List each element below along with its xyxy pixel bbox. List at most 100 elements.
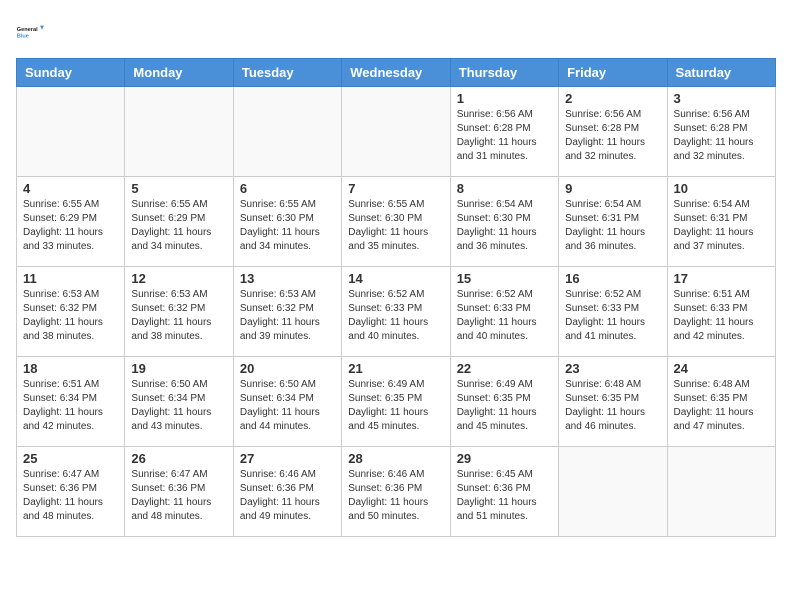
day-info: Sunrise: 6:49 AMSunset: 6:35 PMDaylight:… [457,378,552,434]
day-number: 19 [131,361,226,376]
day-of-week-header: Tuesday [233,59,341,87]
day-info: Sunrise: 6:56 AMSunset: 6:28 PMDaylight:… [457,108,552,164]
day-info: Sunrise: 6:48 AMSunset: 6:35 PMDaylight:… [674,378,769,434]
day-info: Sunrise: 6:56 AMSunset: 6:28 PMDaylight:… [565,108,660,164]
day-info: Sunrise: 6:52 AMSunset: 6:33 PMDaylight:… [348,288,443,344]
calendar-table: SundayMondayTuesdayWednesdayThursdayFrid… [16,58,776,537]
day-number: 16 [565,271,660,286]
day-number: 18 [23,361,118,376]
calendar-day-cell: 25Sunrise: 6:47 AMSunset: 6:36 PMDayligh… [17,447,125,537]
day-info: Sunrise: 6:54 AMSunset: 6:31 PMDaylight:… [565,198,660,254]
calendar-day-cell: 5Sunrise: 6:55 AMSunset: 6:29 PMDaylight… [125,177,233,267]
day-number: 3 [674,91,769,106]
calendar-day-cell [559,447,667,537]
calendar-day-cell [233,87,341,177]
day-of-week-header: Wednesday [342,59,450,87]
day-of-week-header: Saturday [667,59,775,87]
day-info: Sunrise: 6:50 AMSunset: 6:34 PMDaylight:… [240,378,335,434]
calendar-day-cell: 23 Sunrise: 6:48 AMSunset: 6:35 PMDayligh… [559,357,667,447]
day-number: 1 [457,91,552,106]
calendar-day-cell: 14 Sunrise: 6:52 AMSunset: 6:33 PMDayligh… [342,267,450,357]
calendar-day-cell: 20 Sunrise: 6:50 AMSunset: 6:34 PMDayligh… [233,357,341,447]
day-info: Sunrise: 6:47 AMSunset: 6:36 PMDaylight:… [23,468,118,524]
day-of-week-header: Monday [125,59,233,87]
calendar-day-cell: 11 Sunrise: 6:53 AMSunset: 6:32 PMDayligh… [17,267,125,357]
calendar-day-cell: 12 Sunrise: 6:53 AMSunset: 6:32 PMDayligh… [125,267,233,357]
calendar-day-cell [125,87,233,177]
day-info: Sunrise: 6:56 AMSunset: 6:28 PMDaylight:… [674,108,769,164]
calendar-day-cell: 29 Sunrise: 6:45 AMSunset: 6:36 PMDayligh… [450,447,558,537]
day-info: Sunrise: 6:54 AMSunset: 6:31 PMDaylight:… [674,198,769,254]
day-info: Sunrise: 6:46 AMSunset: 6:36 PMDaylight:… [240,468,335,524]
day-info: Sunrise: 6:52 AMSunset: 6:33 PMDaylight:… [457,288,552,344]
logo: GeneralBlue [16,16,48,48]
day-number: 10 [674,181,769,196]
calendar-day-cell: 4Sunrise: 6:55 AMSunset: 6:29 PMDaylight… [17,177,125,267]
day-number: 12 [131,271,226,286]
day-info: Sunrise: 6:53 AMSunset: 6:32 PMDaylight:… [131,288,226,344]
day-number: 9 [565,181,660,196]
calendar-day-cell: 10 Sunrise: 6:54 AMSunset: 6:31 PMDayligh… [667,177,775,267]
calendar-day-cell: 2 Sunrise: 6:56 AMSunset: 6:28 PMDaylight… [559,87,667,177]
day-info: Sunrise: 6:51 AMSunset: 6:33 PMDaylight:… [674,288,769,344]
calendar-day-cell: 26 Sunrise: 6:47 AMSunset: 6:36 PMDayligh… [125,447,233,537]
calendar-day-cell: 13 Sunrise: 6:53 AMSunset: 6:32 PMDayligh… [233,267,341,357]
day-number: 29 [457,451,552,466]
calendar-day-cell: 21Sunrise: 6:49 AMSunset: 6:35 PMDayligh… [342,357,450,447]
calendar-day-cell: 3 Sunrise: 6:56 AMSunset: 6:28 PMDaylight… [667,87,775,177]
day-info: Sunrise: 6:52 AMSunset: 6:33 PMDaylight:… [565,288,660,344]
calendar-day-cell [17,87,125,177]
calendar-week-row: 11 Sunrise: 6:53 AMSunset: 6:32 PMDayligh… [17,267,776,357]
day-number: 24 [674,361,769,376]
day-info: Sunrise: 6:54 AMSunset: 6:30 PMDaylight:… [457,198,552,254]
calendar-day-cell: 28Sunrise: 6:46 AMSunset: 6:36 PMDayligh… [342,447,450,537]
day-number: 6 [240,181,335,196]
calendar-header-row: SundayMondayTuesdayWednesdayThursdayFrid… [17,59,776,87]
day-number: 5 [131,181,226,196]
day-number: 15 [457,271,552,286]
calendar-day-cell: 24 Sunrise: 6:48 AMSunset: 6:35 PMDayligh… [667,357,775,447]
day-info: Sunrise: 6:49 AMSunset: 6:35 PMDaylight:… [348,378,443,434]
day-info: Sunrise: 6:55 AMSunset: 6:30 PMDaylight:… [240,198,335,254]
logo-icon: GeneralBlue [16,16,48,48]
calendar-day-cell [342,87,450,177]
day-info: Sunrise: 6:48 AMSunset: 6:35 PMDaylight:… [565,378,660,434]
calendar-day-cell: 7 Sunrise: 6:55 AMSunset: 6:30 PMDaylight… [342,177,450,267]
day-info: Sunrise: 6:47 AMSunset: 6:36 PMDaylight:… [131,468,226,524]
day-number: 14 [348,271,443,286]
calendar-day-cell: 9 Sunrise: 6:54 AMSunset: 6:31 PMDaylight… [559,177,667,267]
day-number: 26 [131,451,226,466]
day-info: Sunrise: 6:53 AMSunset: 6:32 PMDaylight:… [23,288,118,344]
day-info: Sunrise: 6:50 AMSunset: 6:34 PMDaylight:… [131,378,226,434]
calendar-day-cell: 19 Sunrise: 6:50 AMSunset: 6:34 PMDayligh… [125,357,233,447]
day-info: Sunrise: 6:51 AMSunset: 6:34 PMDaylight:… [23,378,118,434]
calendar-day-cell: 15 Sunrise: 6:52 AMSunset: 6:33 PMDayligh… [450,267,558,357]
day-number: 11 [23,271,118,286]
day-number: 2 [565,91,660,106]
day-info: Sunrise: 6:45 AMSunset: 6:36 PMDaylight:… [457,468,552,524]
calendar-week-row: 18 Sunrise: 6:51 AMSunset: 6:34 PMDayligh… [17,357,776,447]
day-info: Sunrise: 6:53 AMSunset: 6:32 PMDaylight:… [240,288,335,344]
day-of-week-header: Friday [559,59,667,87]
day-info: Sunrise: 6:55 AMSunset: 6:30 PMDaylight:… [348,198,443,254]
page-header: GeneralBlue [16,16,776,48]
calendar-day-cell: 16 Sunrise: 6:52 AMSunset: 6:33 PMDayligh… [559,267,667,357]
day-of-week-header: Sunday [17,59,125,87]
calendar-day-cell: 27 Sunrise: 6:46 AMSunset: 6:36 PMDayligh… [233,447,341,537]
calendar-week-row: 25Sunrise: 6:47 AMSunset: 6:36 PMDayligh… [17,447,776,537]
calendar-day-cell: 17Sunrise: 6:51 AMSunset: 6:33 PMDayligh… [667,267,775,357]
calendar-day-cell: 8Sunrise: 6:54 AMSunset: 6:30 PMDaylight… [450,177,558,267]
calendar-day-cell [667,447,775,537]
day-number: 13 [240,271,335,286]
day-number: 7 [348,181,443,196]
svg-text:General: General [17,27,38,33]
day-number: 23 [565,361,660,376]
day-of-week-header: Thursday [450,59,558,87]
calendar-day-cell: 22 Sunrise: 6:49 AMSunset: 6:35 PMDayligh… [450,357,558,447]
calendar-week-row: 1 Sunrise: 6:56 AMSunset: 6:28 PMDaylight… [17,87,776,177]
calendar-day-cell: 1 Sunrise: 6:56 AMSunset: 6:28 PMDaylight… [450,87,558,177]
day-info: Sunrise: 6:46 AMSunset: 6:36 PMDaylight:… [348,468,443,524]
day-number: 22 [457,361,552,376]
day-number: 20 [240,361,335,376]
day-number: 27 [240,451,335,466]
